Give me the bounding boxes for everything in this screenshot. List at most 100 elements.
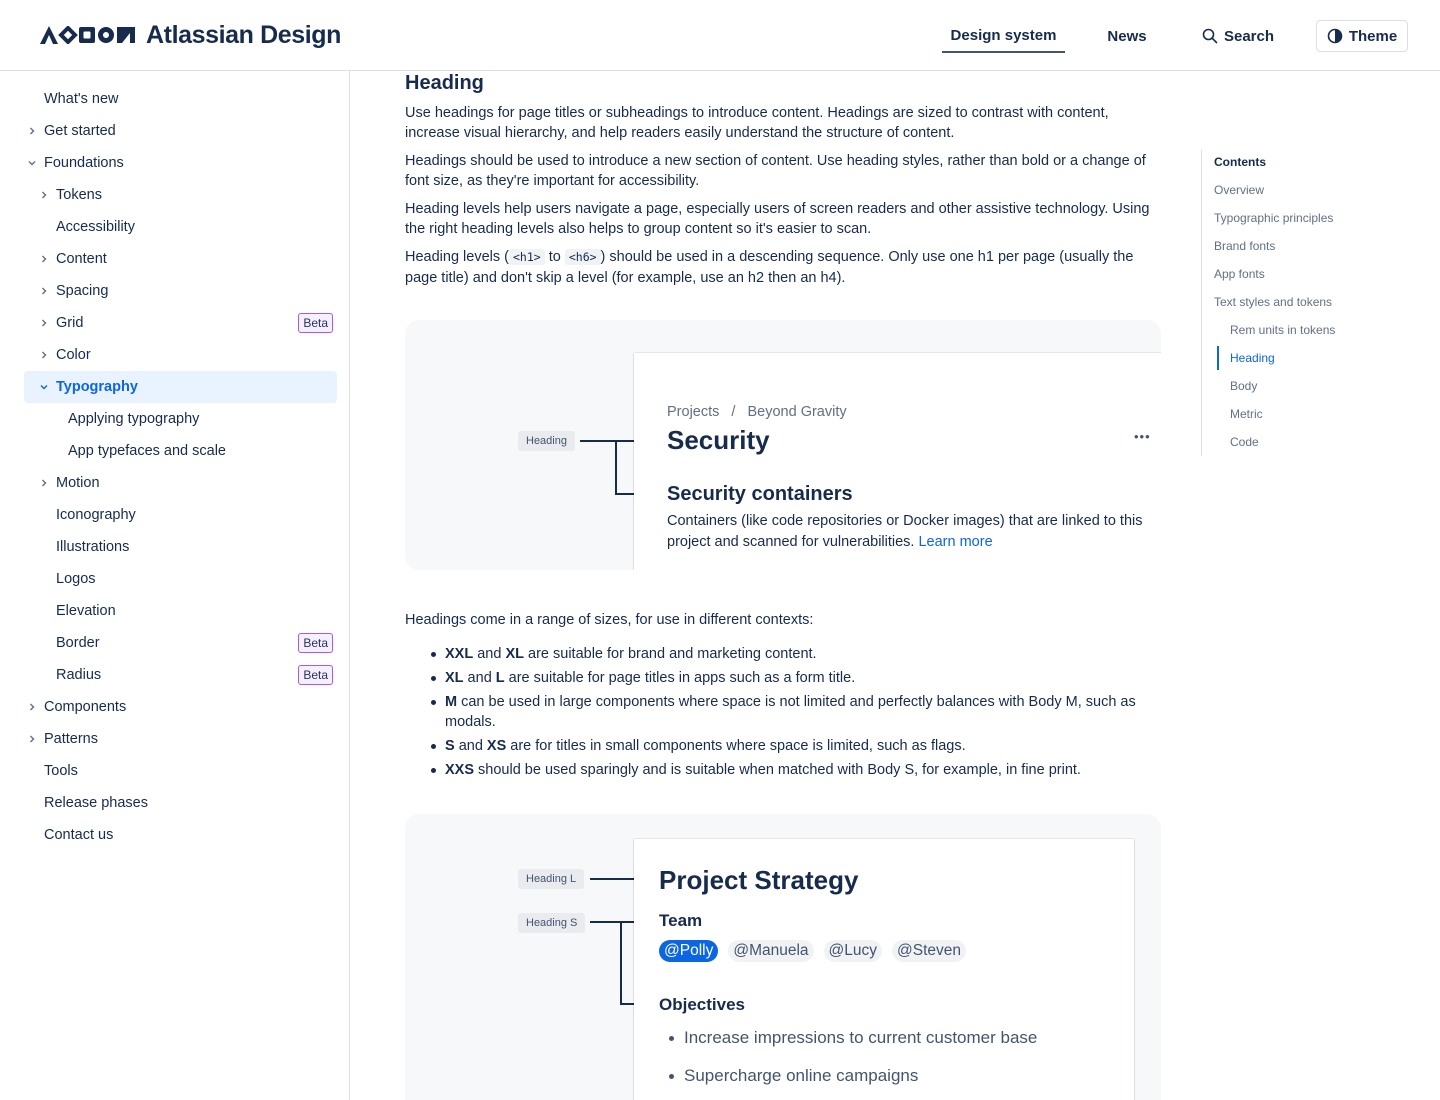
sidebar-item-what-s-new[interactable]: What's new <box>44 83 337 115</box>
beta-badge: Beta <box>298 665 333 685</box>
sidebar-item-components[interactable]: Components <box>30 691 337 723</box>
sidebar-item-tokens[interactable]: Tokens <box>42 179 337 211</box>
sidebar-item-label: Iconography <box>56 507 136 523</box>
sidebar-item-color[interactable]: Color <box>42 339 337 371</box>
sidebar-item-label: Illustrations <box>56 539 130 555</box>
sidebar-item-elevation[interactable]: Elevation <box>56 595 337 627</box>
sidebar-item-label: App typefaces and scale <box>68 443 226 459</box>
breadcrumb-projects[interactable]: Projects <box>667 404 719 420</box>
sidebar-item-tools[interactable]: Tools <box>44 755 337 787</box>
sidebar-item-border[interactable]: Border Beta <box>56 627 337 659</box>
toc-title: Contents <box>1214 155 1266 169</box>
security-containers-body: Containers (like code repositories or Do… <box>667 513 1143 550</box>
sidebar-item-label: Accessibility <box>56 219 135 235</box>
chevron-right-icon[interactable] <box>36 283 52 299</box>
sidebar-item-patterns[interactable]: Patterns <box>30 723 337 755</box>
sidebar-item-label: Spacing <box>56 283 109 299</box>
mention-chip[interactable]: @Manuela <box>728 940 814 962</box>
sidebar-item-radius[interactable]: Radius Beta <box>56 659 337 691</box>
toc-item-app-fonts[interactable]: App fonts <box>1214 264 1265 284</box>
code-h6: <h6> <box>564 249 601 265</box>
toc-item-heading[interactable]: Heading <box>1230 348 1275 368</box>
objectives-heading: Objectives <box>659 995 745 1014</box>
table-of-contents: Contents Overview Typographic principles Br… <box>1201 150 1401 456</box>
sizes-intro: Headings come in a range of sizes, for u… <box>405 612 814 628</box>
toc-item-brand-fonts[interactable]: Brand fonts <box>1214 236 1275 256</box>
toc-item-overview[interactable]: Overview <box>1214 180 1264 200</box>
sidebar-item-accessibility[interactable]: Accessibility <box>56 211 337 243</box>
sidebar-item-spacing[interactable]: Spacing <box>42 275 337 307</box>
nav-search[interactable]: Search <box>1194 20 1282 52</box>
sidebar-item-label: Elevation <box>56 603 116 619</box>
atlassian-design-logo[interactable]: Atlassian Design <box>40 20 341 50</box>
toc-item-rem-units-in-tokens[interactable]: Rem units in tokens <box>1230 320 1335 340</box>
sidebar-item-app-typefaces-and-scale[interactable]: App typefaces and scale <box>68 435 337 467</box>
sidebar-item-label: Patterns <box>44 731 98 747</box>
chevron-right-icon[interactable] <box>36 315 52 331</box>
toc-item-metric[interactable]: Metric <box>1230 404 1263 424</box>
logo-marks-icon <box>40 26 136 44</box>
chevron-right-icon[interactable] <box>36 251 52 267</box>
breadcrumb-beyond-gravity[interactable]: Beyond Gravity <box>747 404 846 420</box>
project-strategy-card: Project Strategy Team @Polly @Manuela @Luc… <box>634 839 1134 1100</box>
security-card: Projects / Beyond Gravity Security ••• S… <box>634 353 1161 570</box>
mentions-row: @Polly @Manuela @Lucy @Steven <box>659 940 976 962</box>
sidebar-item-foundations[interactable]: Foundations <box>28 147 337 179</box>
list-item: XL and L are suitable for page titles in… <box>405 668 1165 688</box>
nav-design-system[interactable]: Design system <box>942 20 1065 53</box>
chevron-down-icon[interactable] <box>24 155 40 171</box>
learn-more-link[interactable]: Learn more <box>918 534 992 550</box>
sizes-list: XXL and XL are suitable for brand and ma… <box>405 644 1165 784</box>
sidebar-item-applying-typography[interactable]: Applying typography <box>68 403 337 435</box>
sidebar-item-label: What's new <box>44 91 119 107</box>
list-item: Supercharge online campaigns <box>659 1064 1037 1100</box>
sidebar-item-get-started[interactable]: Get started <box>30 115 337 147</box>
sidebar-item-motion[interactable]: Motion <box>42 467 337 499</box>
sidebar-item-grid[interactable]: Grid Beta <box>42 307 337 339</box>
chevron-right-icon[interactable] <box>36 347 52 363</box>
nav-search-label: Search <box>1223 27 1275 45</box>
chevron-right-icon[interactable] <box>36 187 52 203</box>
toc-item-typographic-principles[interactable]: Typographic principles <box>1214 208 1333 228</box>
sidebar-item-label: Tools <box>44 763 78 779</box>
theme-button[interactable]: Theme <box>1316 20 1408 52</box>
toc-item-text-styles-and-tokens[interactable]: Text styles and tokens <box>1214 292 1332 312</box>
sidebar-item-label: Motion <box>56 475 100 491</box>
sidebar-item-contact-us[interactable]: Contact us <box>44 819 337 851</box>
chevron-right-icon[interactable] <box>24 123 40 139</box>
sidebar-item-iconography[interactable]: Iconography <box>56 499 337 531</box>
paragraph-3: Heading levels help users navigate a pag… <box>405 201 1150 237</box>
project-strategy-heading: Project Strategy <box>659 865 859 895</box>
sidebar-item-label: Release phases <box>44 795 148 811</box>
sidebar-item-typography[interactable]: Typography <box>24 371 337 403</box>
sidebar-item-label: Applying typography <box>68 411 200 427</box>
paragraph-4: Heading levels (<h1> to <h6>) should be … <box>405 249 1134 286</box>
mention-chip[interactable]: @Steven <box>892 940 967 962</box>
mention-chip[interactable]: @Polly <box>659 940 719 962</box>
beta-badge: Beta <box>298 633 333 653</box>
heading-sizes-example-panel: Heading L Heading S Project Strategy Tea… <box>405 814 1161 1100</box>
sidebar-item-label: Components <box>44 699 127 715</box>
sidebar-item-logos[interactable]: Logos <box>56 563 337 595</box>
team-heading: Team <box>659 911 703 930</box>
sidebar-item-content[interactable]: Content <box>42 243 337 275</box>
nav-news[interactable]: News <box>1096 20 1158 52</box>
sidebar-item-release-phases[interactable]: Release phases <box>44 787 337 819</box>
sidebar-item-illustrations[interactable]: Illustrations <box>56 531 337 563</box>
chevron-right-icon[interactable] <box>24 699 40 715</box>
list-item: Increase impressions to current customer… <box>659 1026 1037 1064</box>
more-actions-icon[interactable]: ••• <box>1134 429 1151 444</box>
breadcrumb: Projects / Beyond Gravity <box>667 404 847 420</box>
toc-active-indicator <box>1217 346 1219 370</box>
chevron-right-icon[interactable] <box>24 731 40 747</box>
chevron-down-icon[interactable] <box>36 379 52 395</box>
chevron-right-icon[interactable] <box>36 475 52 491</box>
sidebar-item-label: Border <box>56 635 100 651</box>
security-heading: Security <box>667 425 770 455</box>
mention-chip[interactable]: @Lucy <box>823 940 883 962</box>
list-item: S and XS are for titles in small compone… <box>405 736 1165 756</box>
toc-item-body[interactable]: Body <box>1230 376 1257 396</box>
toc-item-code[interactable]: Code <box>1230 432 1259 452</box>
sidebar-item-label: Typography <box>56 379 138 395</box>
security-containers-heading: Security containers <box>667 483 853 505</box>
